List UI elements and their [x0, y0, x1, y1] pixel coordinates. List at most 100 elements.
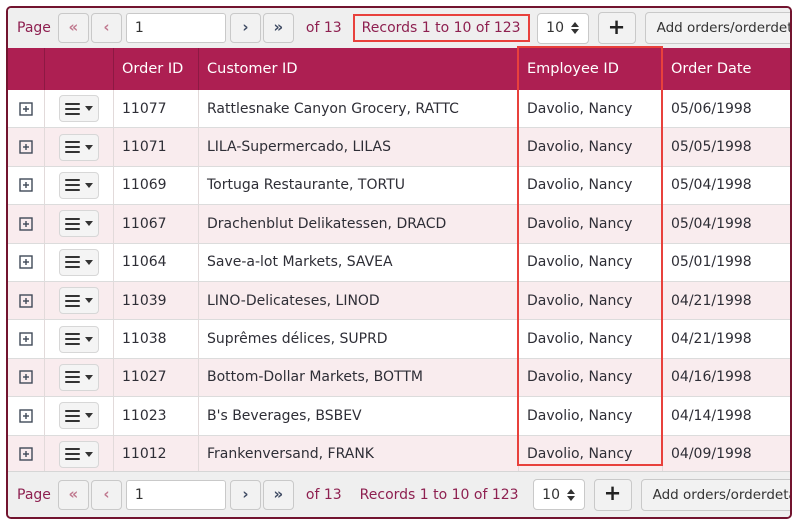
row-menu-button[interactable]: [59, 441, 99, 468]
menu-cell: [45, 320, 114, 357]
expand-plus-icon[interactable]: [19, 409, 33, 423]
expand-plus-icon[interactable]: [19, 370, 33, 384]
expand-plus-icon[interactable]: [19, 294, 33, 308]
order-date-cell: 04/09/1998: [663, 436, 790, 471]
expand-plus-icon[interactable]: [19, 255, 33, 269]
row-menu-button[interactable]: [59, 402, 99, 429]
up-down-arrows-icon: [567, 489, 575, 501]
employee-id-cell: Davolio, Nancy: [519, 244, 663, 281]
employee-id-cell: Davolio, Nancy: [519, 205, 663, 242]
employee-id-cell: Davolio, Nancy: [519, 167, 663, 204]
expand-plus-icon[interactable]: [19, 178, 33, 192]
header-order-id[interactable]: Order ID: [114, 48, 199, 90]
customer-id-cell: Drachenblut Delikatessen, DRACD: [199, 205, 519, 242]
orders-table: Order ID Customer ID Employee ID Order D…: [8, 48, 790, 471]
customer-id-cell: Suprêmes délices, SUPRD: [199, 320, 519, 357]
order-date-cell: 05/01/1998: [663, 244, 790, 281]
first-page-button[interactable]: «: [58, 480, 89, 510]
page-number-input[interactable]: [126, 480, 226, 510]
add-orders-button[interactable]: Add orders/orderdetails: [645, 12, 792, 44]
last-page-icon: »: [274, 485, 284, 503]
employee-id-cell: Davolio, Nancy: [519, 90, 663, 127]
row-menu-button[interactable]: [59, 287, 99, 314]
menu-cell: [45, 167, 114, 204]
order-date-cell: 05/04/1998: [663, 205, 790, 242]
add-orders-button[interactable]: Add orders/orderdetails: [641, 479, 792, 511]
customer-id-cell: Save-a-lot Markets, SAVEA: [199, 244, 519, 281]
add-row-button[interactable]: +: [598, 12, 636, 44]
orders-grid-widget: Page « ‹ › » of 13 Records 1 to 10 of 12…: [6, 6, 792, 519]
prev-page-button[interactable]: ‹: [91, 13, 122, 43]
last-page-icon: »: [274, 18, 284, 36]
hamburger-icon: [65, 448, 80, 460]
expand-plus-icon[interactable]: [19, 332, 33, 346]
expand-cell: [8, 436, 45, 471]
total-pages-label: of 13: [306, 20, 342, 36]
row-menu-button[interactable]: [59, 249, 99, 276]
table-row: 11023 B's Beverages, BSBEV Davolio, Nanc…: [8, 397, 790, 435]
order-id-cell: 11067: [114, 205, 199, 242]
table-row: 11064 Save-a-lot Markets, SAVEA Davolio,…: [8, 244, 790, 282]
caret-down-icon: [85, 183, 93, 188]
customer-id-cell: Bottom-Dollar Markets, BOTTM: [199, 359, 519, 396]
first-page-button[interactable]: «: [58, 13, 89, 43]
expand-plus-icon[interactable]: [19, 102, 33, 116]
up-down-arrows-icon: [571, 22, 579, 34]
row-menu-button[interactable]: [59, 172, 99, 199]
plus-icon: +: [604, 481, 622, 505]
prev-page-button[interactable]: ‹: [91, 480, 122, 510]
total-pages-label: of 13: [306, 487, 342, 503]
customer-id-cell: B's Beverages, BSBEV: [199, 397, 519, 434]
expand-plus-icon[interactable]: [19, 140, 33, 154]
employee-id-cell: Davolio, Nancy: [519, 436, 663, 471]
records-status: Records 1 to 10 of 123: [353, 14, 530, 42]
page-size-select[interactable]: 10: [537, 13, 589, 44]
expand-plus-icon[interactable]: [19, 447, 33, 461]
header-menu-column: [45, 48, 114, 90]
hamburger-icon: [65, 410, 80, 422]
next-page-button[interactable]: ›: [230, 13, 261, 43]
order-id-cell: 11012: [114, 436, 199, 471]
row-menu-button[interactable]: [59, 95, 99, 122]
customer-id-cell: LILA-Supermercado, LILAS: [199, 128, 519, 165]
header-order-date[interactable]: Order Date: [663, 48, 790, 90]
row-menu-button[interactable]: [59, 326, 99, 353]
page-size-value: 10: [542, 487, 560, 503]
expand-cell: [8, 167, 45, 204]
plus-icon: +: [608, 15, 626, 39]
order-id-cell: 11069: [114, 167, 199, 204]
menu-cell: [45, 244, 114, 281]
next-page-button[interactable]: ›: [230, 480, 261, 510]
first-page-icon: «: [69, 485, 79, 503]
last-page-button[interactable]: »: [263, 13, 294, 43]
menu-cell: [45, 128, 114, 165]
customer-id-cell: Frankenversand, FRANK: [199, 436, 519, 471]
expand-cell: [8, 90, 45, 127]
order-date-cell: 05/05/1998: [663, 128, 790, 165]
row-menu-button[interactable]: [59, 364, 99, 391]
hamburger-icon: [65, 256, 80, 268]
page-number-input[interactable]: [126, 13, 226, 43]
header-customer-id[interactable]: Customer ID: [199, 48, 519, 90]
hamburger-icon: [65, 333, 80, 345]
order-id-cell: 11064: [114, 244, 199, 281]
caret-down-icon: [85, 337, 93, 342]
add-row-button[interactable]: +: [594, 479, 632, 511]
caret-down-icon: [85, 452, 93, 457]
table-row: 11069 Tortuga Restaurante, TORTU Davolio…: [8, 167, 790, 205]
table-row: 11012 Frankenversand, FRANK Davolio, Nan…: [8, 436, 790, 471]
menu-cell: [45, 397, 114, 434]
expand-cell: [8, 320, 45, 357]
expand-plus-icon[interactable]: [19, 217, 33, 231]
row-menu-button[interactable]: [59, 134, 99, 161]
prev-page-icon: ‹: [103, 485, 109, 503]
last-page-button[interactable]: »: [263, 480, 294, 510]
next-page-icon: ›: [242, 18, 248, 36]
header-employee-id[interactable]: Employee ID: [519, 48, 663, 90]
hamburger-icon: [65, 103, 80, 115]
first-page-icon: «: [69, 18, 79, 36]
order-date-cell: 04/16/1998: [663, 359, 790, 396]
table-row: 11071 LILA-Supermercado, LILAS Davolio, …: [8, 128, 790, 166]
row-menu-button[interactable]: [59, 210, 99, 237]
page-size-select[interactable]: 10: [533, 479, 585, 510]
